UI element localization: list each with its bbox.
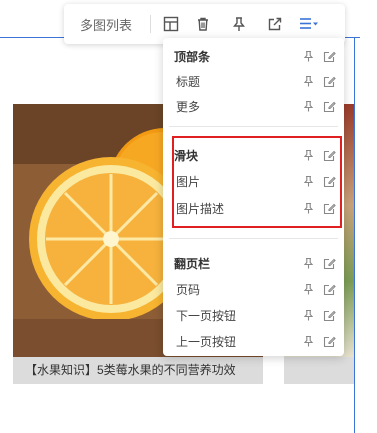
selection-border-right <box>354 38 355 433</box>
edit-icon[interactable] <box>323 100 336 113</box>
menu-item-next-page-button[interactable]: 下一页按钮 <box>163 303 344 327</box>
slide-caption-2 <box>284 357 354 384</box>
menu-item-label: 页码 <box>176 282 201 297</box>
edit-icon[interactable] <box>323 309 336 322</box>
edit-icon[interactable] <box>323 202 336 215</box>
menu-item-label: 下一页按钮 <box>176 308 237 323</box>
menu-item-label: 图片描述 <box>176 201 225 216</box>
menu-item-image[interactable]: 图片 <box>163 169 344 193</box>
element-visibility-menu: 顶部条 标题 更多 滑块 图片 图片描述 翻页栏 页码 下一页按钮 上一页按钮 <box>163 38 344 356</box>
edit-icon[interactable] <box>323 335 336 348</box>
pin-icon[interactable] <box>302 202 315 215</box>
pin-icon[interactable] <box>302 309 315 322</box>
pin-icon[interactable] <box>302 335 315 348</box>
pin-icon[interactable] <box>302 283 315 296</box>
slide-caption: 【水果知识】5类莓水果的不同营养功效 <box>13 357 263 384</box>
menu-item-more[interactable]: 更多 <box>163 94 344 118</box>
list-settings-icon[interactable] <box>295 10 323 38</box>
edit-icon[interactable] <box>323 283 336 296</box>
pin-icon[interactable] <box>302 149 315 162</box>
pin-icon[interactable] <box>302 100 315 113</box>
edit-icon[interactable] <box>323 149 336 162</box>
menu-item-label: 标题 <box>176 74 201 89</box>
menu-item-page-number[interactable]: 页码 <box>163 277 344 301</box>
edit-icon[interactable] <box>323 75 336 88</box>
pin-icon[interactable] <box>225 10 253 38</box>
toolbar-divider <box>150 15 151 33</box>
open-external-icon[interactable] <box>261 10 289 38</box>
trash-icon[interactable] <box>189 10 217 38</box>
widget-title: 多图列表 <box>80 17 133 33</box>
menu-divider <box>169 238 338 239</box>
menu-group-label: 滑块 <box>174 148 199 163</box>
menu-item-label: 上一页按钮 <box>176 334 237 349</box>
layout-icon[interactable] <box>157 10 185 38</box>
edit-icon[interactable] <box>323 257 336 270</box>
menu-group-slider[interactable]: 滑块 <box>163 143 344 167</box>
menu-group-pagination[interactable]: 翻页栏 <box>163 251 344 275</box>
pin-icon[interactable] <box>302 175 315 188</box>
menu-item-prev-page-button[interactable]: 上一页按钮 <box>163 329 344 353</box>
pin-icon[interactable] <box>302 75 315 88</box>
edit-icon[interactable] <box>323 50 336 63</box>
pin-icon[interactable] <box>302 50 315 63</box>
menu-item-label: 图片 <box>176 174 201 189</box>
edit-icon[interactable] <box>323 175 336 188</box>
menu-item-image-description[interactable]: 图片描述 <box>163 196 344 220</box>
menu-group-label: 翻页栏 <box>174 256 211 271</box>
menu-item-title[interactable]: 标题 <box>163 69 344 93</box>
menu-group-top-bar[interactable]: 顶部条 <box>163 44 344 68</box>
pin-icon[interactable] <box>302 257 315 270</box>
menu-divider <box>169 126 338 127</box>
menu-item-label: 更多 <box>176 99 201 114</box>
menu-group-label: 顶部条 <box>174 49 211 64</box>
